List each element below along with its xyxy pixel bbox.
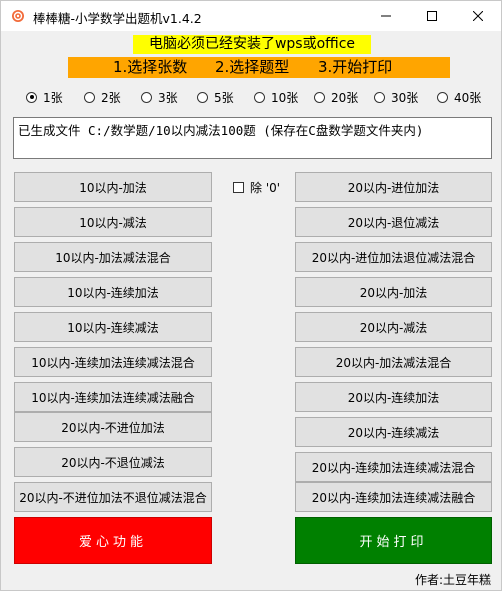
- checkbox-box: [233, 182, 244, 193]
- radio-indicator: [197, 91, 208, 103]
- mixed-within-10-button[interactable]: 10以内-加法减法混合: [14, 242, 212, 272]
- checkbox-label: 除 '0': [250, 181, 281, 195]
- radio-label: 20张: [331, 90, 359, 105]
- step-2: 2.选择题型: [215, 58, 290, 76]
- close-button[interactable]: [455, 1, 501, 31]
- window-title: 棒棒糖-小学数学出题机v1.4.2: [33, 11, 202, 26]
- lollipop-icon: [12, 10, 24, 22]
- radio-sheets-1[interactable]: 1张: [26, 89, 63, 105]
- chain-mixed-within-10-button[interactable]: 10以内-连续加法连续减法混合: [14, 347, 212, 377]
- subtract-within-10-button[interactable]: 10以内-减法: [14, 207, 212, 237]
- author-label: 作者:土豆年糕: [415, 573, 492, 587]
- radio-label: 40张: [454, 90, 482, 105]
- no-borrow-subtract-within-20-button[interactable]: 20以内-不退位减法: [14, 447, 212, 477]
- step-3: 3.开始打印: [318, 58, 393, 76]
- radio-indicator: [437, 91, 448, 103]
- radio-label: 30张: [391, 90, 419, 105]
- love-function-button[interactable]: 爱心功能: [14, 517, 212, 564]
- step-1: 1.选择张数: [113, 58, 188, 76]
- app-window: 棒棒糖-小学数学出题机v1.4.2 电脑必须已经安装了wps或office 1.…: [0, 0, 502, 591]
- chain-mixed-within-20-button[interactable]: 20以内-连续加法连续减法混合: [295, 452, 492, 482]
- radio-label: 2张: [101, 90, 121, 105]
- radio-label: 3张: [158, 90, 178, 105]
- radio-indicator: [141, 91, 152, 103]
- chain-fused-within-10-button[interactable]: 10以内-连续加法连续减法融合: [14, 382, 212, 412]
- radio-indicator: [314, 91, 325, 103]
- radio-label: 5张: [214, 90, 234, 105]
- radio-sheets-40[interactable]: 40张: [437, 89, 481, 105]
- carry-add-within-20-button[interactable]: 20以内-进位加法: [295, 172, 492, 202]
- minimize-icon: [381, 15, 391, 17]
- radio-sheets-30[interactable]: 30张: [374, 89, 418, 105]
- add-within-10-button[interactable]: 10以内-加法: [14, 172, 212, 202]
- chain-subtract-within-20-button[interactable]: 20以内-连续减法: [295, 417, 492, 447]
- no-carry-add-within-20-button[interactable]: 20以内-不进位加法: [14, 412, 212, 442]
- mixed-within-20-button[interactable]: 20以内-加法减法混合: [295, 347, 492, 377]
- notice-banner: 电脑必须已经安装了wps或office: [133, 35, 371, 54]
- output-textbox[interactable]: 已生成文件 C:/数学题/10以内减法100题 (保存在C盘数学题文件夹内): [13, 117, 492, 159]
- carry-borrow-mixed-within-20-button[interactable]: 20以内-进位加法退位减法混合: [295, 242, 492, 272]
- radio-label: 1张: [43, 90, 63, 105]
- start-print-button[interactable]: 开始打印: [295, 517, 492, 564]
- radio-sheets-3[interactable]: 3张: [141, 89, 178, 105]
- radio-indicator: [84, 91, 95, 103]
- no-carry-no-borrow-mixed-within-20-button[interactable]: 20以内-不进位加法不退位减法混合: [14, 482, 212, 512]
- radio-sheets-10[interactable]: 10张: [254, 89, 298, 105]
- chain-add-within-20-button[interactable]: 20以内-连续加法: [295, 382, 492, 412]
- close-icon: [473, 11, 483, 21]
- minimize-button[interactable]: [363, 1, 409, 31]
- radio-sheets-5[interactable]: 5张: [197, 89, 234, 105]
- title-bar[interactable]: 棒棒糖-小学数学出题机v1.4.2: [1, 1, 501, 31]
- exclude-zero-checkbox[interactable]: 除 '0': [233, 179, 280, 196]
- borrow-subtract-within-20-button[interactable]: 20以内-退位减法: [295, 207, 492, 237]
- maximize-icon: [427, 11, 437, 21]
- radio-indicator: [254, 91, 265, 103]
- chain-add-within-10-button[interactable]: 10以内-连续加法: [14, 277, 212, 307]
- chain-subtract-within-10-button[interactable]: 10以内-连续减法: [14, 312, 212, 342]
- add-within-20-button[interactable]: 20以内-加法: [295, 277, 492, 307]
- radio-label: 10张: [271, 90, 299, 105]
- chain-fused-within-20-button[interactable]: 20以内-连续加法连续减法融合: [295, 482, 492, 512]
- subtract-within-20-button[interactable]: 20以内-减法: [295, 312, 492, 342]
- radio-sheets-2[interactable]: 2张: [84, 89, 121, 105]
- radio-indicator: [374, 91, 385, 103]
- radio-indicator: [26, 91, 37, 103]
- radio-sheets-20[interactable]: 20张: [314, 89, 358, 105]
- steps-banner: 1.选择张数 2.选择题型 3.开始打印: [68, 57, 450, 78]
- maximize-button[interactable]: [409, 1, 455, 31]
